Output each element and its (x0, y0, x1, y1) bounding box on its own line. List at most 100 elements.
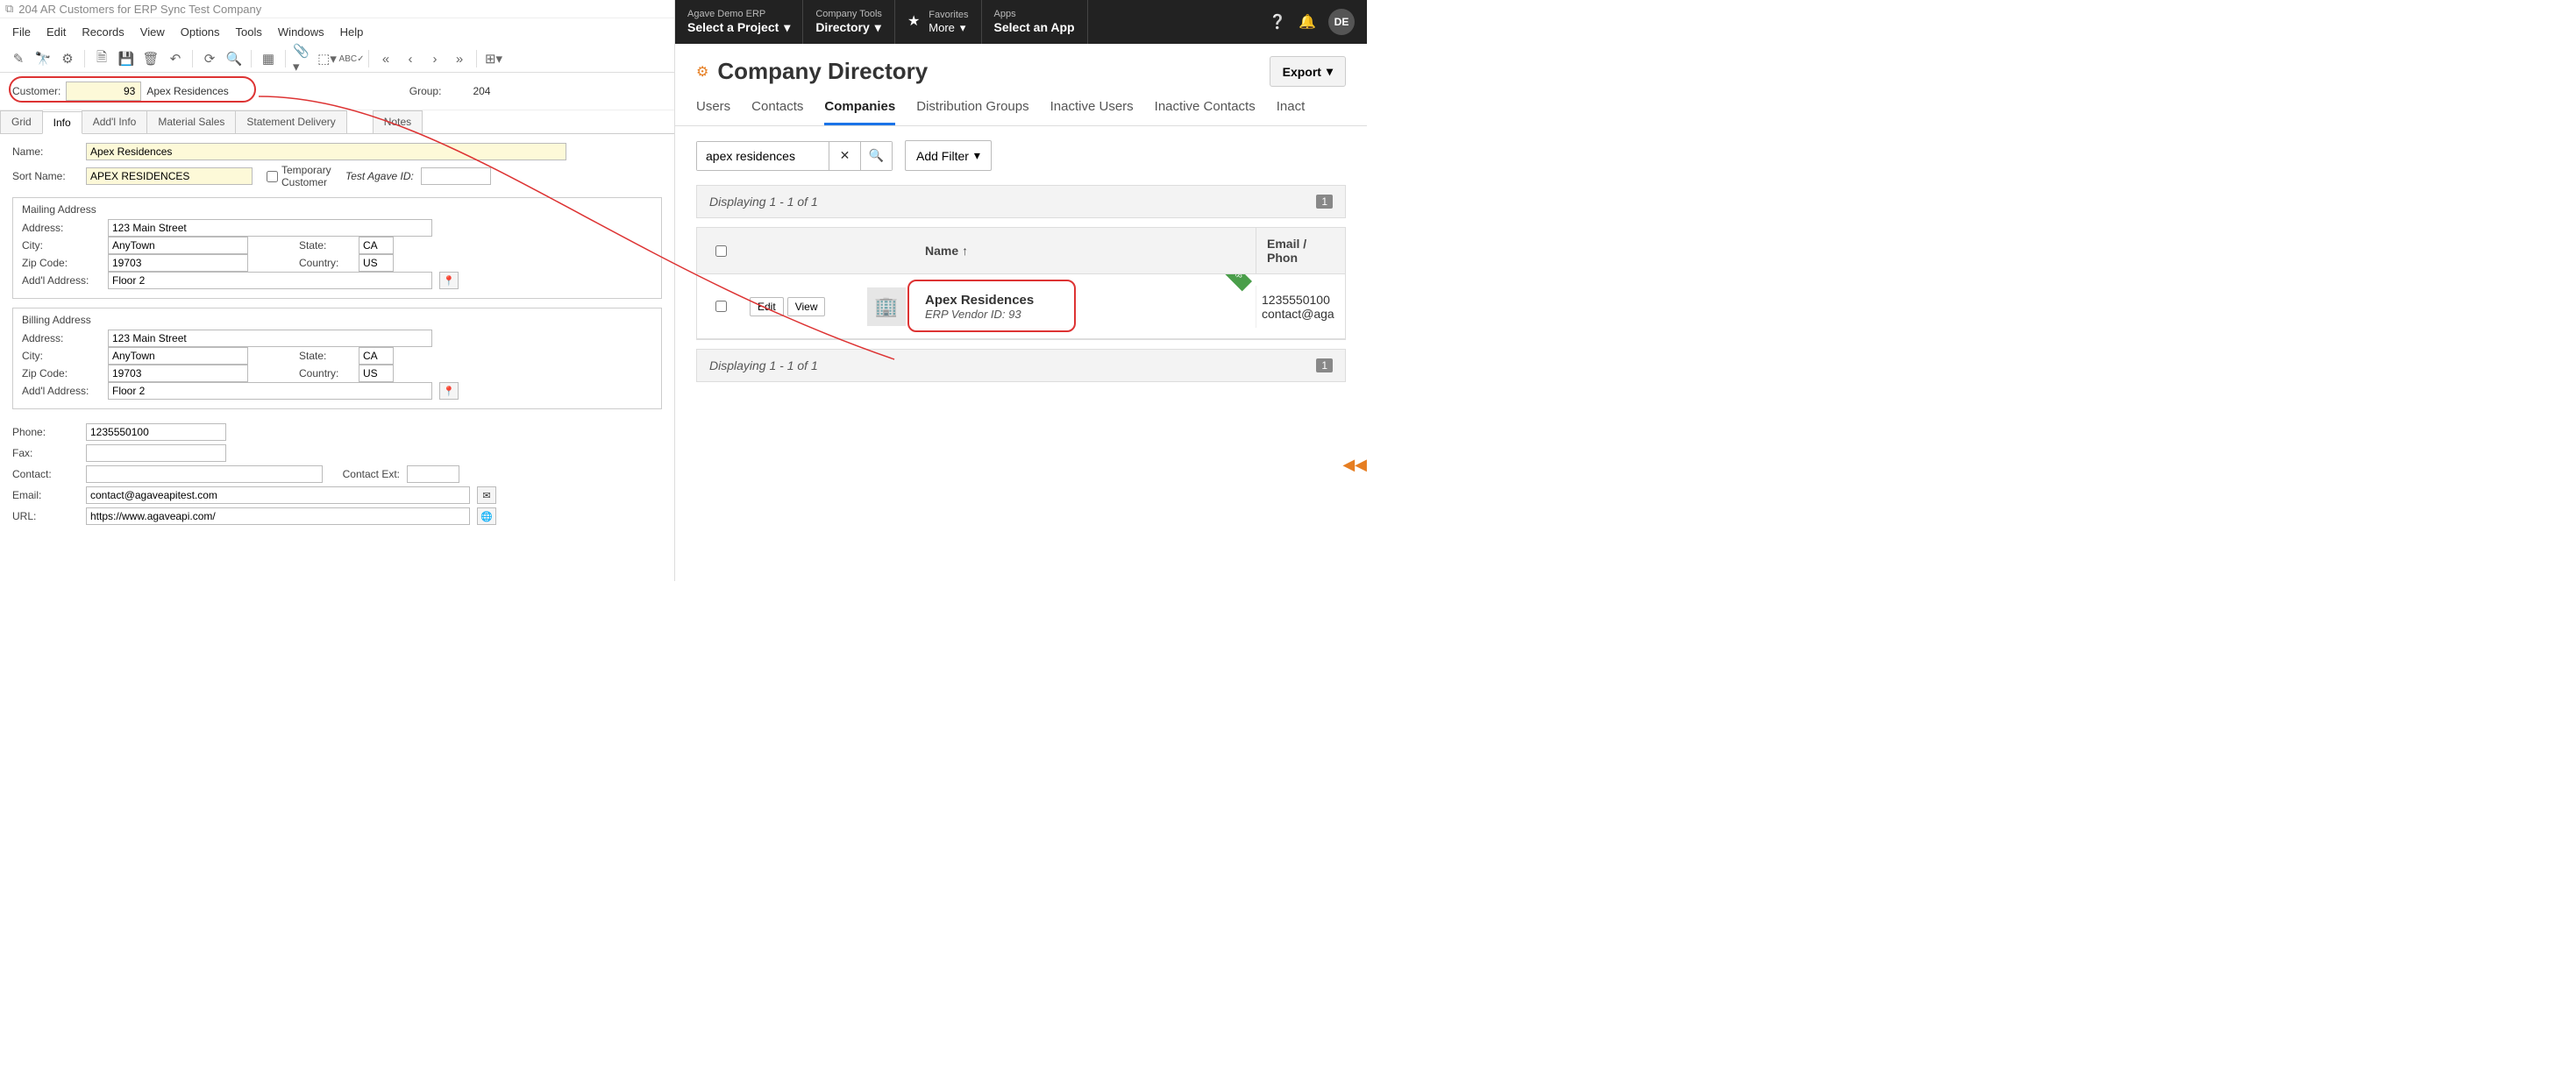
tab-statement[interactable]: Statement Delivery (235, 110, 346, 133)
mailing-title: Mailing Address (22, 203, 652, 216)
binoculars-icon[interactable]: 🔭 (33, 49, 53, 68)
search-icon[interactable]: 🔍 (860, 142, 892, 170)
tab-notes[interactable]: Notes (373, 110, 423, 133)
menu-options[interactable]: Options (181, 25, 220, 39)
search-icon[interactable]: 🔍 (224, 49, 244, 68)
mailing-country-input[interactable] (359, 254, 394, 272)
gear-icon[interactable]: ⚙ (696, 63, 708, 81)
mailing-state-input[interactable] (359, 237, 394, 254)
tab-grid[interactable]: Grid (0, 110, 43, 133)
tab-inactive-contacts[interactable]: Inactive Contacts (1155, 99, 1256, 125)
contact-ext-input[interactable] (407, 465, 459, 483)
tab-info[interactable]: Info (42, 111, 82, 134)
billing-country-input[interactable] (359, 365, 394, 382)
test-agave-id-input[interactable] (421, 167, 491, 185)
gear-icon[interactable]: ⚙ (58, 49, 77, 68)
tab-contacts[interactable]: Contacts (751, 99, 803, 125)
collapse-panel-icon[interactable]: ◀◀ (1342, 456, 1367, 474)
nav-project-selector[interactable]: Agave Demo ERP Select a Project▾ (675, 0, 803, 44)
menu-help[interactable]: Help (340, 25, 364, 39)
layout-icon[interactable]: ⬚▾ (317, 49, 337, 68)
menu-tools[interactable]: Tools (236, 25, 262, 39)
customer-id-input[interactable] (66, 82, 141, 101)
map-pin-icon[interactable]: 📍 (439, 382, 459, 400)
export-button[interactable]: Export▾ (1270, 56, 1346, 87)
tab-companies[interactable]: Companies (824, 99, 895, 125)
prev-icon[interactable]: ‹ (401, 49, 420, 68)
company-name[interactable]: Apex Residences (925, 293, 1245, 308)
menu-file[interactable]: File (12, 25, 31, 39)
billing-address-input[interactable] (108, 330, 432, 347)
row-checkbox[interactable] (715, 301, 727, 312)
save-icon[interactable]: 💾 (117, 49, 136, 68)
table-row: Edit View 🏢 Apex Residences ERP Vendor I… (697, 274, 1345, 339)
phone-input[interactable] (86, 423, 226, 441)
fax-input[interactable] (86, 444, 226, 462)
mailing-zip-input[interactable] (108, 254, 248, 272)
nav-apps[interactable]: Apps Select an App (982, 0, 1088, 44)
name-input[interactable] (86, 143, 566, 160)
sortname-input[interactable] (86, 167, 253, 185)
grid-icon[interactable]: ▦ (259, 49, 278, 68)
tab-distribution-groups[interactable]: Distribution Groups (916, 99, 1028, 125)
last-icon[interactable]: » (450, 49, 469, 68)
billing-address-section: Billing Address Address: City: State: Zi… (12, 308, 662, 409)
menu-records[interactable]: Records (82, 25, 124, 39)
search-input[interactable] (697, 142, 829, 170)
table-icon[interactable]: ⊞▾ (484, 49, 503, 68)
tab-material-sales[interactable]: Material Sales (146, 110, 236, 133)
clear-search-icon[interactable]: ✕ (829, 142, 860, 170)
url-input[interactable] (86, 507, 470, 525)
temp-customer-checkbox-label: Temporary Customer (267, 164, 333, 188)
menu-windows[interactable]: Windows (278, 25, 324, 39)
bell-icon[interactable]: 🔔 (1299, 13, 1316, 31)
globe-icon[interactable]: 🌐 (477, 507, 496, 525)
toolbar: ✎ 🔭 ⚙ 🗎 💾 🗑 ↶ ⟳ 🔍 ▦ 📎▾ ⬚▾ ABC✓ « ‹ › » ⊞… (0, 46, 674, 73)
email-input[interactable] (86, 486, 470, 504)
chevron-down-icon: ▾ (1327, 64, 1333, 79)
edit-button[interactable]: Edit (750, 297, 784, 316)
col-email[interactable]: Email / Phon (1256, 228, 1345, 273)
clip-icon[interactable]: 📎▾ (293, 49, 312, 68)
first-icon[interactable]: « (376, 49, 395, 68)
temp-customer-checkbox[interactable] (267, 171, 278, 182)
avatar[interactable]: DE (1328, 9, 1355, 35)
refresh-icon[interactable]: ⟳ (200, 49, 219, 68)
mailing-address-input[interactable] (108, 219, 432, 237)
map-pin-icon[interactable]: 📍 (439, 272, 459, 289)
file-icon[interactable]: 🗎 (92, 49, 111, 68)
contact-input[interactable] (86, 465, 323, 483)
menu-view[interactable]: View (140, 25, 165, 39)
billing-zip-input[interactable] (108, 365, 248, 382)
page-title: Company Directory (717, 58, 928, 85)
edit-icon[interactable]: ✎ (9, 49, 28, 68)
tab-inactive-users[interactable]: Inactive Users (1050, 99, 1134, 125)
billing-state-input[interactable] (359, 347, 394, 365)
help-icon[interactable]: ❔ (1269, 13, 1286, 31)
undo-icon[interactable]: ↶ (166, 49, 185, 68)
tab-users[interactable]: Users (696, 99, 730, 125)
col-name[interactable]: Name↑ (914, 228, 1256, 273)
results-count-top: Displaying 1 - 1 of 1 1 (696, 185, 1346, 218)
chevron-down-icon: ▾ (784, 20, 790, 35)
select-all-checkbox[interactable] (715, 245, 727, 257)
trash-icon[interactable]: 🗑 (141, 49, 160, 68)
view-button[interactable]: View (787, 297, 826, 316)
tab-truncated[interactable]: Inact (1277, 99, 1306, 125)
add-filter-button[interactable]: Add Filter▾ (905, 140, 992, 171)
abc-icon[interactable]: ABC✓ (342, 49, 361, 68)
billing-city-input[interactable] (108, 347, 248, 365)
nav-company-tools[interactable]: Company Tools Directory▾ (803, 0, 895, 44)
mailing-addl-input[interactable] (108, 272, 432, 289)
tab-addl-info[interactable]: Add'l Info (82, 110, 148, 133)
menu-edit[interactable]: Edit (46, 25, 66, 39)
table-header: Name↑ Email / Phon (697, 228, 1345, 274)
envelope-icon[interactable]: ✉ (477, 486, 496, 504)
chevron-down-icon: ▾ (875, 20, 881, 35)
next-icon[interactable]: › (425, 49, 445, 68)
results-count-bottom: Displaying 1 - 1 of 1 1 (696, 349, 1346, 382)
nav-favorites[interactable]: ★ Favorites More ▾ (895, 0, 982, 44)
mailing-city-input[interactable] (108, 237, 248, 254)
billing-addl-input[interactable] (108, 382, 432, 400)
web-tabs: Users Contacts Companies Distribution Gr… (675, 90, 1367, 126)
